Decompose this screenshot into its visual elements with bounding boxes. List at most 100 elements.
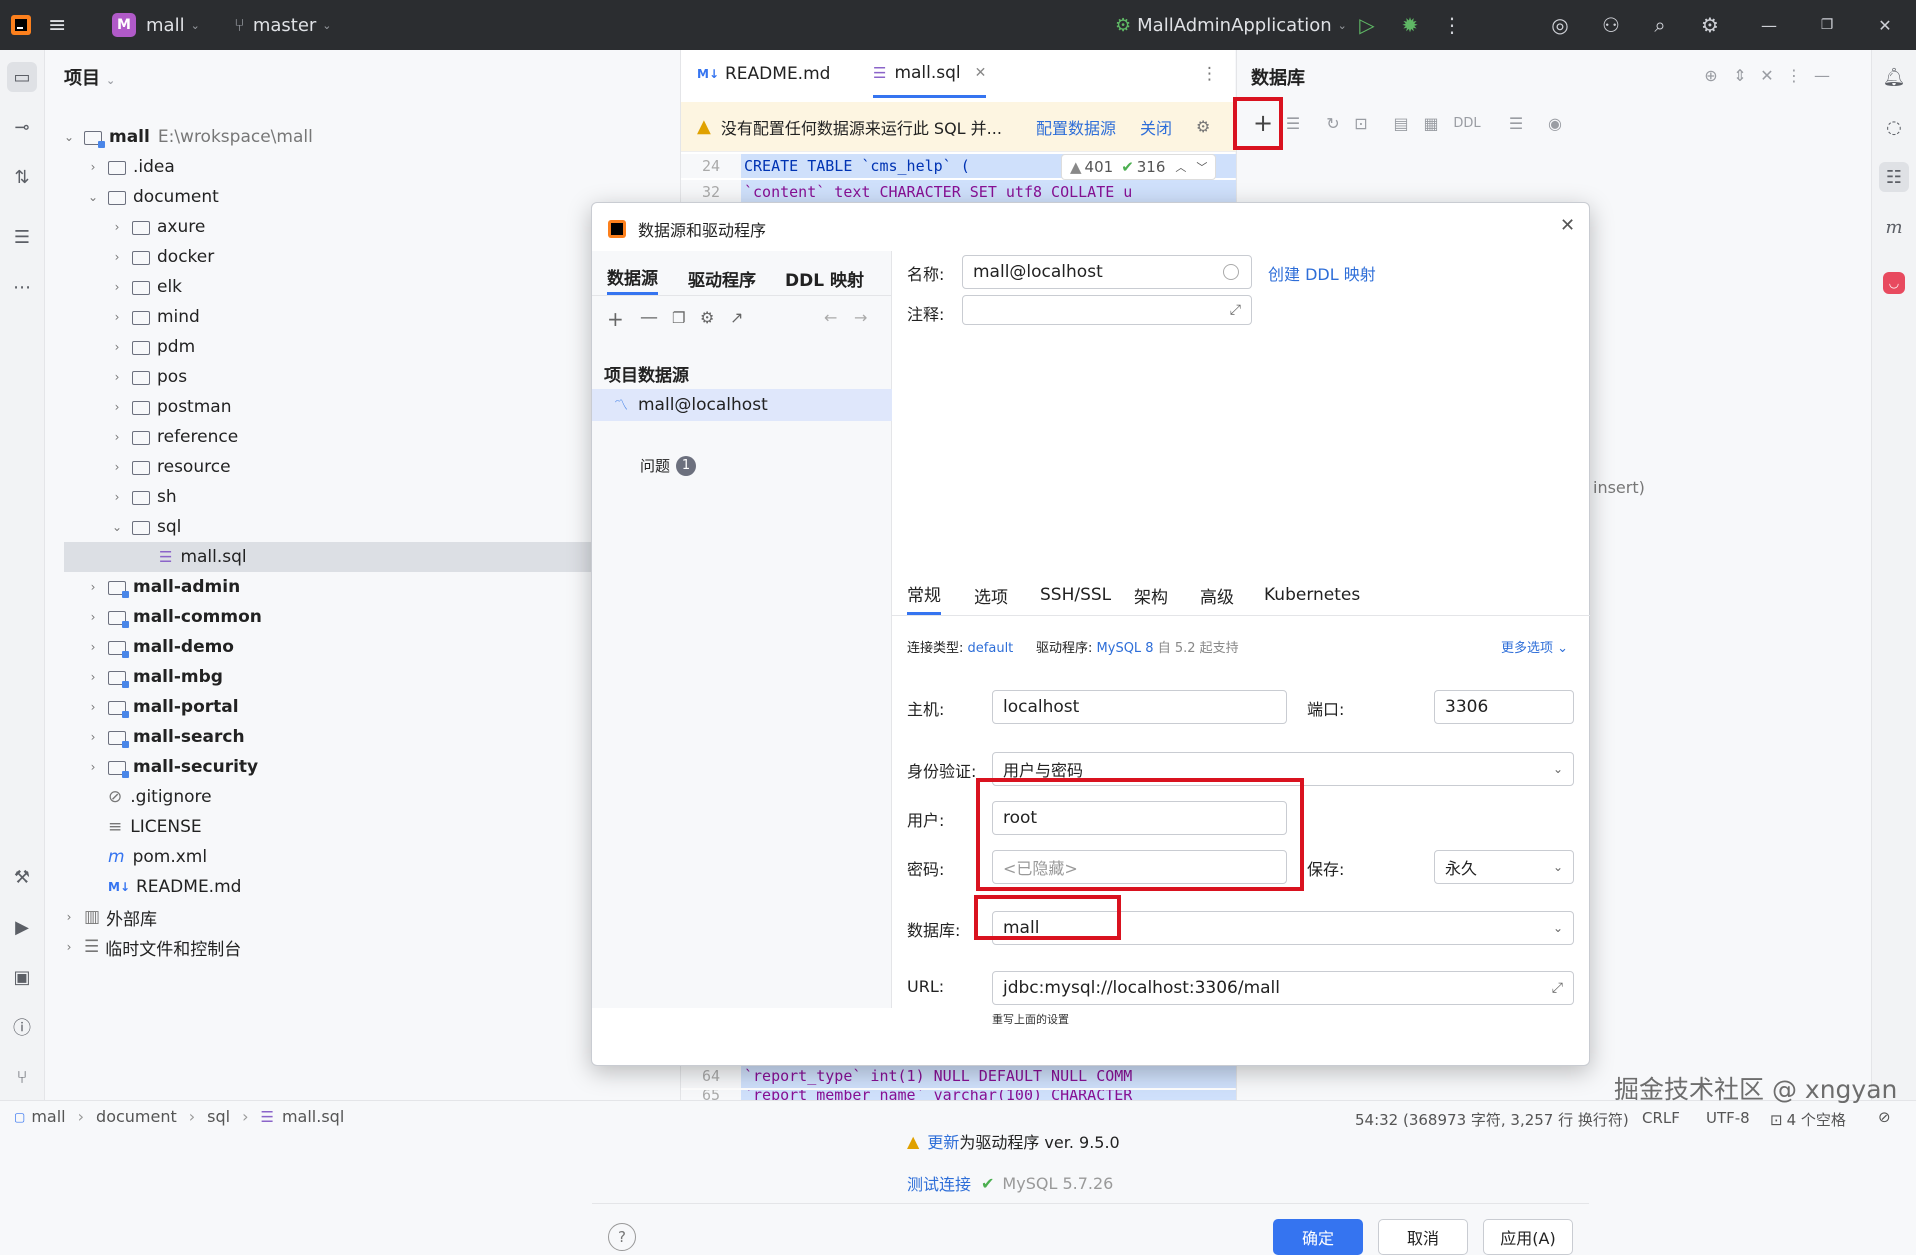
view-options-icon[interactable]: ◉	[1544, 112, 1566, 134]
tree-item-elk[interactable]: › elk	[108, 272, 182, 302]
back-arrow-icon[interactable]: ←	[824, 308, 837, 327]
tree-item-pdm[interactable]: › pdm	[108, 332, 196, 362]
tab-drivers[interactable]: 驱动程序	[688, 261, 756, 295]
project-tool-icon[interactable]: ▭	[7, 62, 37, 92]
maven-tool-icon[interactable]: m	[1879, 212, 1909, 242]
tab-datasources[interactable]: 数据源	[607, 261, 658, 295]
app-logo-icon[interactable]	[10, 0, 32, 50]
remove-icon[interactable]: —	[640, 307, 658, 328]
database-tool-icon[interactable]: ☷	[1879, 162, 1909, 192]
settings-icon[interactable]: ⚙	[1698, 13, 1722, 37]
tab-mall-sql[interactable]: ☰ mall.sql ✕	[873, 50, 987, 98]
expand-icon[interactable]: ⤢	[1552, 980, 1563, 996]
tree-item-mall-common[interactable]: › mall-common	[84, 602, 262, 632]
cursor-position[interactable]: 54:32 (368973 字符, 3,257 行 换行符)	[1355, 1109, 1629, 1130]
tree-item-document[interactable]: ⌄ document	[84, 182, 219, 212]
run-config-selector[interactable]: ⚙ MallAdminApplication ⌄	[1115, 0, 1347, 50]
indent-setting[interactable]: ⊡ 4 个空格	[1770, 1109, 1846, 1130]
configure-datasource-link[interactable]: 配置数据源	[1036, 115, 1116, 139]
help-icon[interactable]: ?	[608, 1223, 636, 1251]
main-menu-icon[interactable]: ≡	[48, 0, 66, 50]
gear-icon[interactable]: ⚙	[700, 308, 714, 327]
tab-readme[interactable]: M↓ README.md	[697, 50, 830, 98]
tree-item-gitignore[interactable]: ⊘ .gitignore	[108, 782, 212, 812]
name-input[interactable]: mall@localhost	[962, 255, 1252, 289]
ai-chat-icon[interactable]: ◌	[1879, 112, 1909, 142]
driver-value[interactable]: MySQL 8	[1097, 641, 1154, 656]
structure-icon[interactable]: ☰	[7, 222, 37, 252]
ok-button[interactable]: 确定	[1273, 1219, 1363, 1255]
line-separator[interactable]: CRLF	[1642, 1109, 1680, 1127]
maximize-icon[interactable]: ❐	[1815, 13, 1839, 37]
cancel-button[interactable]: 取消	[1378, 1219, 1468, 1255]
create-ddl-link[interactable]: 创建 DDL 映射	[1268, 261, 1376, 285]
tree-item-pom[interactable]: m pom.xml	[108, 842, 207, 872]
tree-item-license[interactable]: ≡ LICENSE	[108, 812, 202, 842]
refresh-icon[interactable]: ↻	[1322, 112, 1344, 134]
breadcrumb-item[interactable]: mall	[31, 1107, 65, 1126]
tree-item-idea[interactable]: › .idea	[84, 152, 175, 182]
forward-arrow-icon[interactable]: →	[854, 308, 867, 327]
debug-icon[interactable]: ✹	[1398, 13, 1422, 37]
tree-item-mall-security[interactable]: › mall-security	[84, 752, 258, 782]
more-tools-icon[interactable]: ⋯	[7, 272, 37, 302]
services-icon[interactable]: ▶	[7, 912, 37, 942]
chevron-down-icon[interactable]: ﹀	[1196, 159, 1207, 175]
notifications-icon[interactable]: 🔔︎	[1879, 62, 1909, 92]
url-input[interactable]: jdbc:mysql://localhost:3306/mall ⤢	[992, 971, 1574, 1005]
close-window-icon[interactable]: ✕	[1873, 13, 1897, 37]
port-input[interactable]: 3306	[1434, 690, 1574, 724]
run-icon[interactable]: ▷	[1355, 13, 1379, 37]
panel-options-icon[interactable]: ⋮	[1783, 64, 1805, 86]
breadcrumb-item[interactable]: sql	[207, 1107, 230, 1126]
tab-options-icon[interactable]: ⋮	[1201, 50, 1218, 98]
tab-options[interactable]: 选项	[974, 575, 1008, 615]
readonly-toggle-icon[interactable]: ⊘	[1878, 1108, 1891, 1126]
ai-assistant-icon[interactable]: ◎	[1548, 13, 1572, 37]
branch-switcher[interactable]: ⑂ master ⌄	[234, 0, 332, 50]
tree-item-mall-admin[interactable]: › mall-admin	[84, 572, 240, 602]
tab-schemas[interactable]: 架构	[1134, 575, 1168, 615]
copy-icon[interactable]: ❐	[672, 309, 685, 327]
problems-icon[interactable]: ⓘ	[7, 1012, 37, 1042]
tree-item-docker[interactable]: › docker	[108, 242, 215, 272]
project-switcher[interactable]: M mall ⌄	[112, 0, 200, 50]
ddl-button[interactable]: DDL	[1450, 112, 1484, 134]
more-actions-icon[interactable]: ⋮	[1440, 13, 1464, 37]
tree-item-external-libs[interactable]: › ▥ 外部库	[60, 902, 157, 932]
add-icon[interactable]: +	[607, 307, 624, 331]
tree-item-reference[interactable]: › reference	[108, 422, 239, 452]
collapse-icon[interactable]: ✕	[1756, 64, 1778, 86]
tree-item-mall-mbg[interactable]: › mall-mbg	[84, 662, 223, 692]
pull-requests-icon[interactable]: ⇅	[7, 162, 37, 192]
close-tab-icon[interactable]: ✕	[975, 65, 987, 81]
breadcrumb-item[interactable]: document	[96, 1107, 177, 1126]
terminal-icon[interactable]: ▣	[7, 962, 37, 992]
tree-item-mall-sql[interactable]: ☰ mall.sql	[64, 542, 679, 572]
git-icon[interactable]: ⑂	[7, 1062, 37, 1092]
color-picker-icon[interactable]	[1223, 264, 1239, 280]
inspection-widget[interactable]: ▲ 401 ✔ 316 ︿ ﹀	[1061, 154, 1217, 180]
close-banner-link[interactable]: 关闭	[1140, 115, 1172, 139]
tree-item-mall[interactable]: ⌄ mall E:\wrokspace\mall	[60, 122, 313, 152]
tab-advanced[interactable]: 高级	[1200, 575, 1234, 615]
tree-item-mall-search[interactable]: › mall-search	[84, 722, 245, 752]
tab-ddl-mappings[interactable]: DDL 映射	[785, 261, 864, 295]
search-icon[interactable]: ⌕	[1648, 13, 1672, 37]
build-icon[interactable]: ⚒	[7, 862, 37, 892]
file-encoding[interactable]: UTF-8	[1706, 1109, 1750, 1127]
commit-tool-icon[interactable]: ⊸	[7, 112, 37, 142]
project-panel-title[interactable]: 项目 ⌄	[64, 64, 115, 90]
host-input[interactable]: localhost	[992, 690, 1287, 724]
target-icon[interactable]: ⊕	[1700, 64, 1722, 86]
expand-icon[interactable]: ⤢	[1230, 302, 1241, 318]
tree-item-sql[interactable]: ⌄ sql	[108, 512, 181, 542]
datasource-item[interactable]: 〽 mall@localhost	[592, 389, 892, 421]
tab-general[interactable]: 常规	[907, 575, 941, 615]
tree-item-mall-portal[interactable]: › mall-portal	[84, 692, 239, 722]
tab-ssh-ssl[interactable]: SSH/SSL	[1040, 575, 1111, 615]
open-external-icon[interactable]: ↗	[730, 308, 743, 327]
tree-item-pos[interactable]: › pos	[108, 362, 187, 392]
problems-item[interactable]: 问题 1	[640, 455, 697, 476]
tree-item-mall-demo[interactable]: › mall-demo	[84, 632, 234, 662]
